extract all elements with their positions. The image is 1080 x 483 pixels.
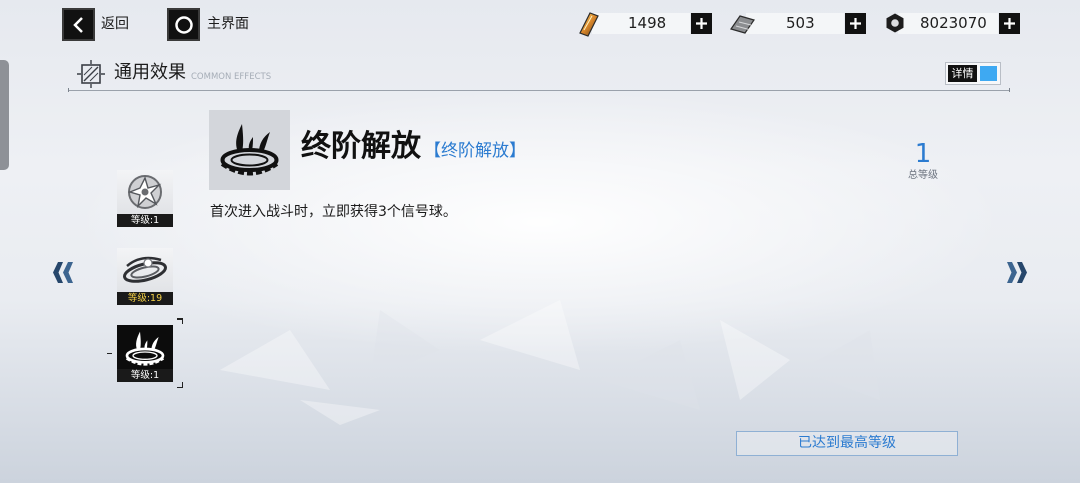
total-level: 1 总等级: [898, 138, 948, 182]
double-chevron-right-icon[interactable]: [1003, 262, 1027, 283]
total-level-value: 1: [914, 139, 932, 169]
effect-tag: 【终阶解放】: [424, 141, 526, 161]
detail-toggle[interactable]: 详情: [945, 62, 1001, 85]
add-currency-button[interactable]: [691, 13, 712, 34]
currency-value: 503: [786, 14, 815, 32]
effect-level-label: 等级:19: [117, 292, 173, 305]
currency-value: 1498: [628, 14, 667, 32]
selection-bracket: [181, 318, 183, 324]
effect-list-item[interactable]: 等级:19: [117, 248, 173, 305]
gold-card-icon: [579, 12, 599, 37]
circle-home-icon: [174, 15, 193, 34]
currency-value: 8023070: [920, 14, 987, 32]
home-label[interactable]: 主界面: [207, 14, 249, 34]
divider-tick: [1009, 88, 1010, 92]
effect-list-item[interactable]: 等级:1: [117, 170, 173, 227]
back-button[interactable]: [62, 8, 95, 41]
back-label[interactable]: 返回: [101, 14, 129, 34]
effect-description: 首次进入战斗时，立即获得3个信号球。: [210, 204, 457, 220]
double-chevron-left-icon[interactable]: [53, 262, 77, 283]
home-button[interactable]: [167, 8, 200, 41]
effect-list-item-selected[interactable]: 等级:1: [117, 325, 173, 382]
selection-bracket: [177, 386, 183, 388]
selection-pointer: [107, 352, 112, 354]
effects-frame-icon: [77, 60, 105, 88]
plus-icon: [696, 18, 707, 29]
total-level-label: 总等级: [908, 170, 938, 181]
flame-ring-icon: [125, 331, 165, 366]
side-drawer-handle[interactable]: [0, 60, 9, 170]
detail-toggle-knob: [980, 66, 997, 81]
gray-card-icon: [730, 15, 755, 34]
effect-name: 终阶解放: [301, 129, 421, 164]
effect-level-label: 等级:1: [117, 369, 173, 382]
divider-tick: [68, 88, 69, 92]
orbit-rings-icon: [123, 256, 167, 283]
add-currency-button[interactable]: [999, 13, 1020, 34]
add-currency-button[interactable]: [845, 13, 866, 34]
plus-icon: [1004, 18, 1015, 29]
hex-nut-icon: [886, 13, 904, 33]
flame-ring-icon: [220, 124, 279, 176]
plus-icon: [850, 18, 861, 29]
background-pattern: [220, 300, 880, 425]
section-subtitle: COMMON EFFECTS: [191, 72, 272, 82]
detail-toggle-label: 详情: [948, 65, 977, 82]
max-level-button[interactable]: 已达到最高等级: [736, 431, 958, 456]
effect-level-label: 等级:1: [117, 214, 173, 227]
shuriken-emblem-icon: [127, 175, 162, 209]
section-divider: [68, 90, 1010, 91]
section-title: 通用效果: [114, 62, 186, 83]
chevron-left-icon: [72, 16, 83, 33]
effect-icon-box: [209, 110, 290, 190]
